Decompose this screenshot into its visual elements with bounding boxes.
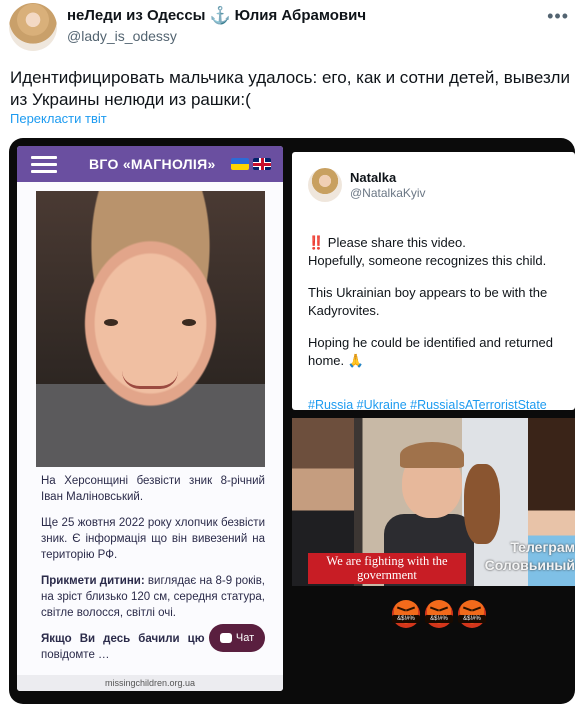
embedded-name: Natalka <box>350 170 397 185</box>
menu-icon <box>31 155 57 173</box>
notice-paragraph: На Херсонщині безвісти зник 8-річний Іва… <box>41 475 265 503</box>
cursing-face-icon: &$!#% <box>458 600 486 628</box>
tweet-media[interactable]: ВГО «МАГНОЛІЯ» На Херсонщині безвісти зн… <box>9 138 575 704</box>
eye <box>104 319 118 326</box>
author-name-row[interactable]: неЛеди из Одессы ⚓ Юлия Абрамович <box>67 7 366 24</box>
emoji-symbols: &$!#% <box>392 615 420 623</box>
chat-label: Чат <box>235 632 255 644</box>
author-avatar[interactable] <box>9 3 57 51</box>
embedded-handle: @NatalkaKyiv <box>350 186 426 200</box>
notice-bold: Прикмети дитини: <box>41 575 145 587</box>
kid-hair <box>400 442 464 468</box>
emoji-symbols: &$!#% <box>458 615 486 623</box>
embedded-line: ‼️ Please share this video. Hopefully, so… <box>308 234 570 270</box>
embedded-body: ‼️ Please share this video. Hopefully, so… <box>308 234 570 384</box>
embedded-hashtags: #Russia #Ukraine #RussiaIsATerroristStat… <box>308 398 547 412</box>
author-handle[interactable]: @lady_is_odessy <box>67 28 177 44</box>
eye <box>182 319 196 326</box>
video-watermark: Телеграм Соловьиный <box>484 539 575 573</box>
video-caption: We are fighting with the government <box>308 553 466 584</box>
author-name-2[interactable]: Юлия Абрамович <box>235 7 366 24</box>
anchor-icon: ⚓ <box>209 6 231 25</box>
video-still: We are fighting with the government Теле… <box>292 418 575 586</box>
boy-photo <box>36 191 265 467</box>
embedded-line: Hoping he could be identified and return… <box>308 335 554 368</box>
angry-emoji-row: &$!#% &$!#% &$!#% <box>392 600 486 628</box>
chat-icon <box>219 633 232 643</box>
notice-paragraph: Прикмети дитини: виглядає на 8-9 років, … <box>41 573 265 621</box>
notice-paragraph: Ще 25 жовтня 2022 року хлопчик безвісти … <box>41 517 265 561</box>
uk-flag-icon <box>253 158 271 170</box>
embedded-line-text: Please share this video. <box>324 235 466 250</box>
cursing-face-icon: &$!#% <box>392 600 420 628</box>
embedded-avatar <box>308 168 342 202</box>
ukraine-flag-icon <box>231 158 249 170</box>
double-exclamation-icon: ‼️ <box>308 235 325 250</box>
missing-child-screenshot: ВГО «МАГНОЛІЯ» На Херсонщині безвісти зн… <box>17 146 283 691</box>
author-name[interactable]: неЛеди из Одессы <box>67 7 205 24</box>
translate-link[interactable]: Перекласти твіт <box>10 111 107 126</box>
notice-rest: повідомте … <box>41 649 110 661</box>
emoji-symbols: &$!#% <box>425 615 453 623</box>
site-title: ВГО «МАГНОЛІЯ» <box>89 156 216 172</box>
url-bar: missingchildren.org.ua <box>17 675 283 691</box>
site-nav-bar: ВГО «МАГНОЛІЯ» <box>17 146 283 182</box>
embedded-tweet-screenshot: Natalka @NatalkaKyiv ‼️ Please share thi… <box>292 152 575 412</box>
mouth <box>122 371 178 389</box>
tweet: неЛеди из Одессы ⚓ Юлия Абрамович @lady_… <box>0 0 587 711</box>
embedded-line-text: Hopefully, someone recognizes this child… <box>308 253 547 268</box>
chat-button: Чат <box>209 624 265 652</box>
more-options-icon[interactable]: ••• <box>547 6 569 27</box>
embedded-line: This Ukrainian boy appears to be with th… <box>308 285 548 318</box>
tweet-text: Идентифицировать мальчика удалось: его, … <box>10 68 570 109</box>
cursing-face-icon: &$!#% <box>425 600 453 628</box>
teddy-bear <box>464 464 500 544</box>
